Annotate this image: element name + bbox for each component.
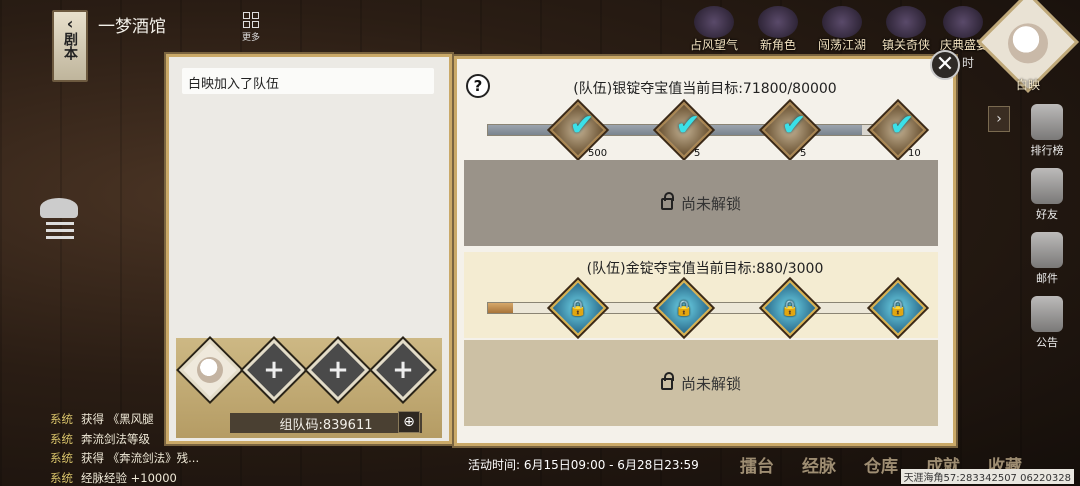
celebration-icon (943, 6, 983, 38)
activity-pass-hero[interactable]: 镇关奇侠 (876, 6, 936, 53)
silver-locked-tier: 尚未解锁 (464, 160, 938, 246)
close-button[interactable]: ✕ (930, 50, 960, 80)
activity-new-character[interactable]: 新角色 (748, 6, 808, 53)
script-tab-label: 剧本 (62, 32, 78, 60)
nav-meridian[interactable]: 经脉 (802, 452, 836, 477)
lock-icon: 🔒 (888, 299, 908, 317)
adventure-icon (822, 6, 862, 38)
activity-divination[interactable]: 占风望气 (684, 6, 744, 53)
reward-quantity: 10 (908, 148, 921, 159)
activity-time: 活动时间: 6月15日09:00 - 6月28日23:59 (468, 458, 699, 472)
menu-lines-icon (40, 222, 80, 239)
hat-icon (40, 198, 78, 218)
ranking-icon (1031, 104, 1063, 140)
zoom-search-icon[interactable]: ⊕ (398, 411, 420, 433)
side-menu-button[interactable] (40, 198, 80, 248)
activity-celebration[interactable]: 庆典盛宴 (940, 6, 988, 53)
timer-suffix: 时 (962, 56, 975, 70)
script-back-tab[interactable]: ‹ 剧本 (52, 10, 88, 82)
checkmark-icon: ✔ (569, 108, 595, 143)
friends-icon (1031, 168, 1063, 204)
reward-quantity: 5 (800, 148, 807, 159)
checkmark-icon: ✔ (675, 108, 701, 143)
silver-goal-title: (队伍)银锭夺宝值当前目标:71800/80000 (573, 81, 837, 97)
divination-icon (694, 6, 734, 38)
reward-quantity: 500 (588, 148, 608, 159)
mail-button[interactable]: 邮件 (1031, 232, 1063, 286)
activity-adventure[interactable]: 闯荡江湖 (812, 6, 872, 53)
lock-icon (660, 372, 674, 390)
ranking-button[interactable]: 排行榜 (1031, 104, 1064, 158)
expand-arrow-button[interactable]: › (988, 106, 1010, 132)
notice-button[interactable]: 公告 (1031, 296, 1063, 350)
gold-locked-label: 尚未解锁 (680, 374, 741, 393)
checkmark-icon: ✔ (781, 108, 807, 143)
checkmark-icon: ✔ (889, 108, 915, 143)
notice-icon (1031, 296, 1063, 332)
more-button[interactable]: 更多 (238, 12, 264, 43)
team-message: 白映加入了队伍 (182, 68, 434, 94)
more-label: 更多 (241, 33, 260, 43)
nav-arena[interactable]: 擂台 (740, 452, 774, 477)
gold-locked-tier: 尚未解锁 (464, 340, 938, 426)
player-name: 白映 (1015, 78, 1040, 92)
lock-icon: 🔒 (780, 299, 800, 317)
chat-row: 系统 经脉经验 +10000 (50, 470, 177, 485)
page-title: 一梦酒馆 (98, 17, 166, 37)
reward-quantity: 5 (694, 148, 701, 159)
friends-button[interactable]: 好友 (1031, 168, 1063, 222)
member-avatar-icon (191, 351, 229, 389)
add-member-icon: + (392, 355, 414, 385)
hero-icon (886, 6, 926, 38)
lock-icon: 🔒 (568, 299, 588, 317)
activity-bar: 占风望气 新角色 闯荡江湖 镇关奇侠 庆典盛宴 (684, 6, 988, 53)
lock-icon (660, 192, 674, 210)
silver-locked-label: 尚未解锁 (680, 194, 741, 213)
new-character-icon (758, 6, 798, 38)
grid-icon (243, 12, 259, 28)
right-menu: 排行榜 好友 邮件 公告 (1020, 104, 1074, 350)
avatar-face-icon (1008, 23, 1048, 64)
mail-icon (1031, 232, 1063, 268)
chat-row: 系统 获得 《奔流剑法》残... (50, 451, 200, 465)
gold-goal-title: (队伍)金锭夺宝值当前目标:880/3000 (586, 261, 824, 277)
gold-progress-fill (488, 303, 513, 313)
team-code: 组队码:839611 (230, 413, 422, 433)
lock-icon: 🔒 (674, 299, 694, 317)
watermark: 天涯海角57:283342507 06220328 (900, 469, 1074, 484)
add-member-icon: + (263, 355, 285, 385)
nav-warehouse[interactable]: 仓库 (864, 452, 898, 477)
back-arrow-icon: ‹ (66, 14, 74, 33)
add-member-icon: + (327, 355, 349, 385)
